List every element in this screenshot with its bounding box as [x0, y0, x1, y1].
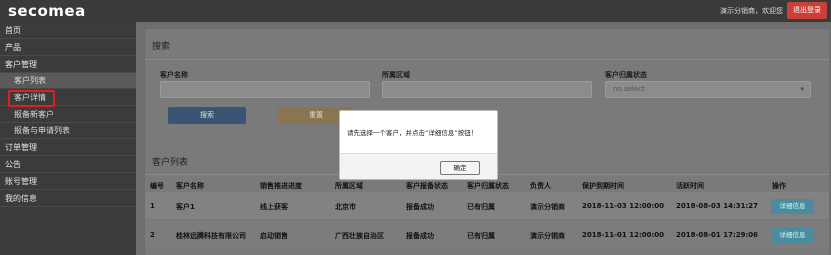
customer-name-label: 客户名称 [160, 71, 188, 79]
chevron-down-icon: ▾ [800, 85, 804, 93]
column-header: 活跃时间 [676, 182, 704, 190]
sidebar-item-account-management[interactable]: 账号管理 [0, 174, 136, 190]
search-title: 搜索 [152, 42, 171, 52]
sidebar-item-orders[interactable]: 订单管理 [0, 140, 136, 156]
sidebar-item-register-customer[interactable]: 报备新客户 [0, 107, 136, 123]
highlight-box [8, 90, 55, 107]
user-greeting: 演示分销商，欢迎您 [720, 7, 783, 15]
sidebar-item-customer-management[interactable]: 客户管理 [0, 57, 136, 73]
sidebar-item-products[interactable]: 产品 [0, 40, 136, 56]
details-button[interactable]: 详细信息 [771, 199, 814, 214]
search-button[interactable]: 搜索 [168, 107, 246, 124]
dialog-footer: 确定 [340, 153, 497, 179]
column-header: 所属区域 [335, 182, 363, 190]
table-cell: 北京市 [335, 203, 356, 211]
table-cell: 2018-11-01 12:00:00 [582, 231, 665, 239]
sidebar-item-home[interactable]: 首页 [0, 23, 136, 39]
table-cell: 2018-08-03 14:31:27 [676, 202, 759, 210]
ownership-select-value: no select [613, 85, 645, 93]
logout-button[interactable]: 退出登录 [787, 2, 827, 19]
column-header: 保护到期时间 [582, 182, 624, 190]
customer-list-title: 客户列表 [152, 158, 189, 168]
table-cell: 报备成功 [406, 203, 434, 211]
column-header: 编号 [150, 182, 164, 190]
column-header: 销售推进进度 [260, 182, 302, 190]
table-cell: 启动销售 [260, 232, 288, 240]
table-cell: 桂林远腾科技有限公司 [176, 232, 246, 240]
top-bar: secomea 演示分销商，欢迎您 退出登录 [0, 0, 831, 22]
column-header: 客户报备状态 [406, 182, 448, 190]
table-cell: 客户1 [176, 203, 195, 211]
column-header: 操作 [772, 182, 786, 190]
ok-button[interactable]: 确定 [440, 161, 480, 175]
sidebar-item-announcements[interactable]: 公告 [0, 157, 136, 173]
sidebar: 首页 产品 客户管理 客户列表 客户详情 报备新客户 报备与申请列表 订单管理 … [0, 22, 136, 255]
region-label: 所属区域 [382, 71, 410, 79]
table-cell: 2018-08-01 17:29:06 [676, 231, 759, 239]
table-cell: 报备成功 [406, 232, 434, 240]
sidebar-item-my-info[interactable]: 我的信息 [0, 191, 136, 207]
table-cell: 已有归属 [467, 203, 495, 211]
table-cell: 广西壮族自治区 [335, 232, 384, 240]
secomea-logo: secomea [8, 2, 86, 20]
table-cell: 演示分销商 [530, 203, 565, 211]
alert-dialog: 请先选择一个客户，并点击“详细信息”按钮！ 确定 [339, 110, 498, 180]
sidebar-item-registration-list[interactable]: 报备与申请列表 [0, 123, 136, 139]
column-header: 客户归属状态 [467, 182, 509, 190]
divider [145, 59, 829, 60]
ownership-select[interactable]: no select ▾ [605, 81, 811, 98]
table-cell: 已有归属 [467, 232, 495, 240]
details-button[interactable]: 详细信息 [771, 228, 814, 243]
table-cell: 演示分销商 [530, 232, 565, 240]
ownership-label: 客户归属状态 [605, 71, 647, 79]
column-header: 客户名称 [176, 182, 204, 190]
table-cell: 2 [150, 231, 155, 239]
alert-message: 请先选择一个客户，并点击“详细信息”按钮！ [347, 129, 478, 137]
sidebar-item-customer-list[interactable]: 客户列表 [0, 73, 136, 89]
customer-name-input[interactable] [160, 81, 370, 98]
region-input[interactable] [382, 81, 592, 98]
table-cell: 线上获客 [260, 203, 288, 211]
column-header: 负责人 [530, 182, 551, 190]
table-cell: 1 [150, 202, 155, 210]
table-cell: 2018-11-03 12:00:00 [582, 202, 665, 210]
